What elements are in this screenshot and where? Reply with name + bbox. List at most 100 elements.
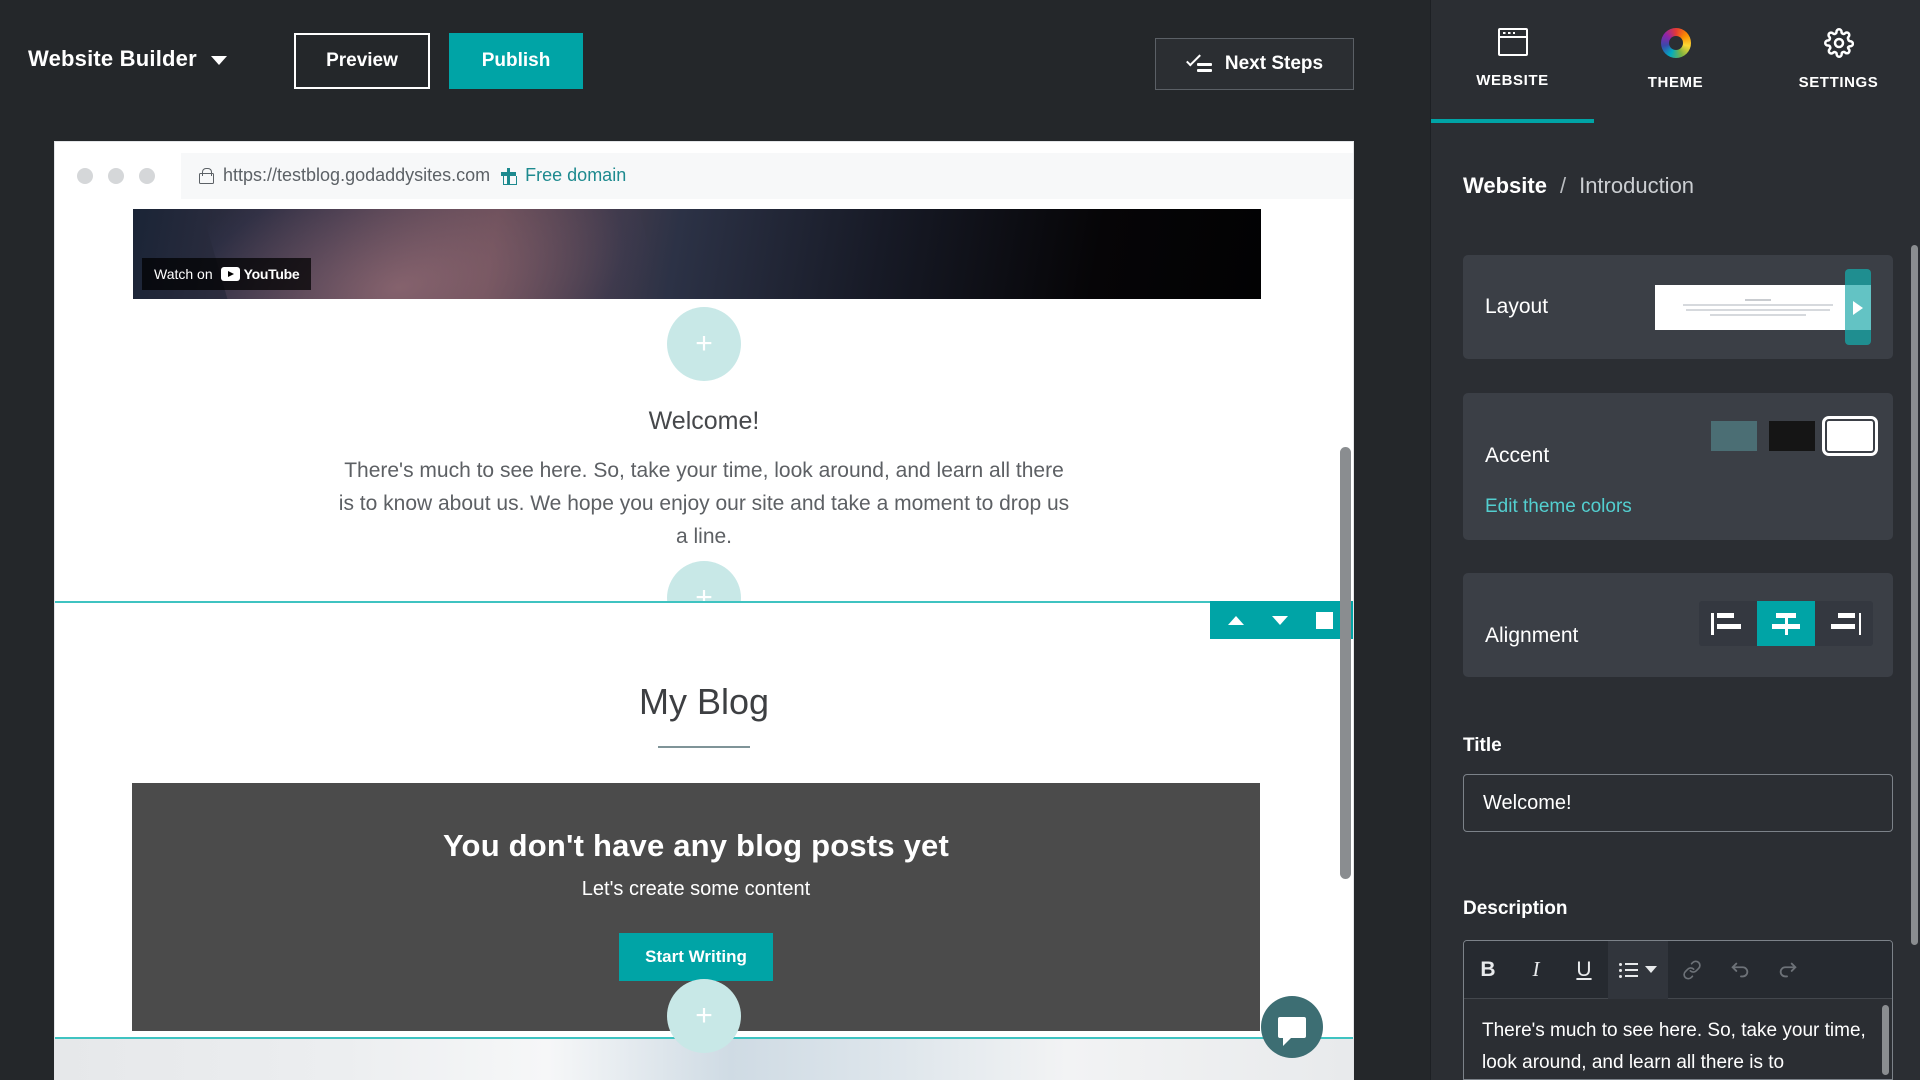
accent-swatch-black[interactable] [1769,421,1815,451]
tab-settings[interactable]: SETTINGS [1757,0,1920,123]
browser-window-icon [1497,28,1528,56]
blog-empty-sub: Let's create some content [581,878,811,900]
welcome-heading: Welcome! [648,407,760,435]
tab-theme-label: THEME [1647,74,1704,91]
align-right-button[interactable] [1815,601,1873,646]
tab-website-label: WEBSITE [1476,72,1549,89]
thumb-body-line [1685,309,1830,311]
accent-label: Accent [1485,444,1550,467]
alignment-label: Alignment [1485,624,1579,647]
description-textarea[interactable]: There's much to see here. So, take your … [1464,999,1892,1079]
youtube-logo: YouTube [220,266,300,282]
next-steps-button[interactable]: Next Steps [1155,38,1354,90]
edit-theme-colors-link[interactable]: Edit theme colors [1485,496,1632,518]
accent-swatches [1711,416,1878,456]
settings-panel: WEBSITE THEME SETTINGS Website / Introdu… [1430,0,1920,1080]
chat-bubble-icon [1278,1016,1306,1046]
address-bar[interactable]: https://testblog.godaddysites.com Free d… [181,152,1353,199]
arrow-right-glyph [1853,300,1863,315]
align-center-icon [1769,612,1803,635]
chevron-right-icon[interactable] [1845,285,1871,330]
browser-chrome: https://testblog.godaddysites.com Free d… [55,142,1353,209]
tab-website[interactable]: WEBSITE [1431,0,1594,123]
underline-button[interactable]: U [1560,941,1608,999]
window-dots [77,167,155,184]
gift-icon [501,167,517,185]
play-icon [220,267,240,281]
italic-button[interactable]: I [1512,941,1560,999]
color-wheel-icon [1660,28,1691,58]
chevron-up-icon[interactable] [1228,615,1244,625]
breadcrumb-separator: / [1559,173,1567,198]
alignment-card: Alignment [1463,573,1893,677]
start-writing-button[interactable]: Start Writing [619,933,773,981]
tab-theme[interactable]: THEME [1594,0,1757,123]
site-canvas: Watch on YouTube + Welcome! There's much… [55,209,1353,1080]
title-input[interactable] [1463,774,1893,832]
layout-thumbnail[interactable] [1655,285,1860,330]
panel-scrollbar[interactable] [1911,245,1918,945]
align-left-icon [1711,612,1745,635]
section-toolbar: ⋯ [1210,601,1353,639]
youtube-label: YouTube [243,266,300,282]
tab-settings-label: SETTINGS [1798,74,1879,91]
accent-card: Accent Edit theme colors [1463,393,1893,540]
preview-scrollbar[interactable] [1340,447,1351,879]
description-field-label: Description [1463,898,1568,919]
title-field-label: Title [1463,735,1502,756]
accent-swatch-teal[interactable] [1711,421,1757,451]
checklist-icon [1185,51,1212,73]
brand-menu[interactable]: Website Builder [28,46,227,72]
alignment-options [1699,601,1873,646]
blog-empty-heading: You don't have any blog posts yet [442,828,949,863]
link-button[interactable] [1668,941,1716,999]
welcome-paragraph: There's much to see here. So, take your … [338,459,1070,548]
align-left-button[interactable] [1699,601,1757,646]
duplicate-icon[interactable] [1316,611,1333,629]
breadcrumb-root[interactable]: Website [1463,173,1547,199]
bullet-list-icon [1619,962,1638,978]
thumb-body-line [1709,314,1806,316]
accent-swatch-white[interactable] [1822,416,1878,456]
free-domain-label: Free domain [525,165,627,185]
video-embed-section[interactable]: Watch on YouTube [133,209,1261,299]
publish-button[interactable]: Publish [449,33,583,89]
bold-button[interactable]: B [1464,941,1512,999]
description-rich-text-editor: B I U There's much to see here. So, take… [1463,940,1893,1080]
blog-heading: My Blog [638,681,770,722]
watch-on-youtube-badge[interactable]: Watch on YouTube [142,258,312,290]
rich-text-toolbar: B I U [1464,941,1892,999]
description-scrollbar[interactable] [1882,1005,1889,1075]
align-right-icon [1827,612,1861,635]
blog-divider [658,746,750,748]
window-dot [108,167,124,184]
layout-label: Layout [1485,295,1549,318]
site-preview-frame: https://testblog.godaddysites.com Free d… [55,142,1353,1080]
window-dot [77,167,93,184]
redo-button[interactable] [1764,941,1812,999]
thumb-title-line [1744,299,1771,301]
chat-widget-button[interactable] [1261,996,1323,1058]
lock-icon [199,167,214,184]
brand-label: Website Builder [28,46,197,71]
add-section-button[interactable]: + [667,979,741,1053]
list-button[interactable] [1608,941,1668,999]
top-toolbar: Website Builder Preview Publish Next Ste… [0,0,1430,135]
thumb-body-line [1682,304,1833,306]
next-steps-label: Next Steps [1224,53,1324,74]
free-domain-link[interactable]: Free domain [501,165,626,186]
chevron-down-icon[interactable] [1272,615,1288,625]
panel-tabs: WEBSITE THEME SETTINGS [1431,0,1920,123]
blog-section-selected[interactable]: ⋯ My Blog You don't have any blog posts … [55,601,1353,1039]
site-url: https://testblog.godaddysites.com [223,165,491,185]
undo-button[interactable] [1716,941,1764,999]
add-section-button[interactable]: + [667,307,741,381]
editor-area: Website Builder Preview Publish Next Ste… [0,0,1430,1080]
watch-on-label: Watch on [154,266,213,282]
preview-button[interactable]: Preview [294,33,430,89]
align-center-button[interactable] [1757,601,1815,646]
breadcrumb-current: Introduction [1579,173,1695,198]
layout-card[interactable]: Layout [1463,255,1893,359]
website-builder-app: Website Builder Preview Publish Next Ste… [0,0,1920,1080]
gear-icon [1823,28,1854,58]
